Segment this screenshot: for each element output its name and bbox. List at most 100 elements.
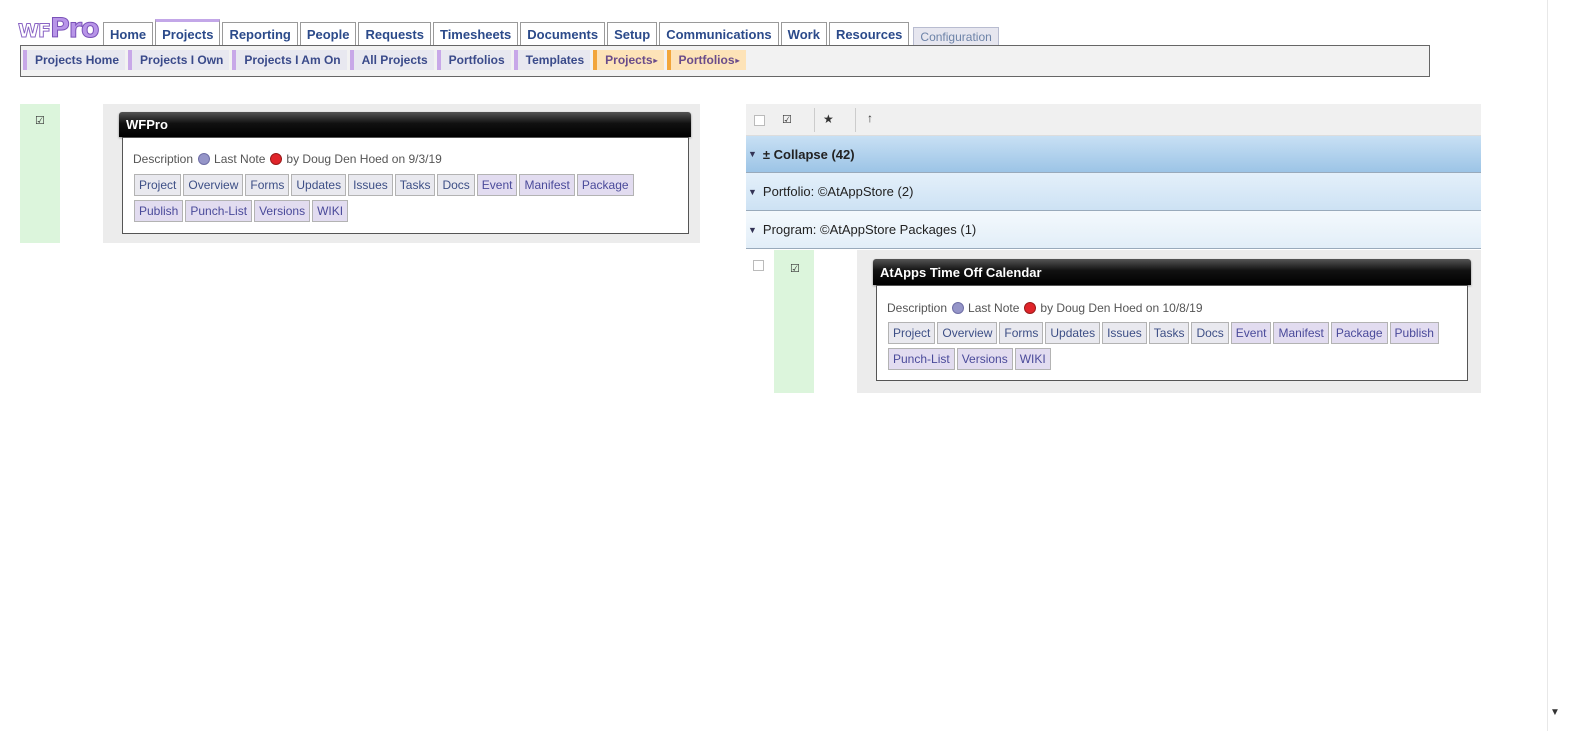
tab-people[interactable]: People: [299, 22, 357, 46]
logo-wf: WF: [18, 20, 52, 43]
wiki-button[interactable]: WIKI: [312, 200, 349, 222]
punch-list-button[interactable]: Punch-List: [185, 200, 253, 222]
project-card-inner: Description Last Note by Doug Den Hoed o…: [128, 144, 683, 228]
subnav-projects-i-am-on[interactable]: Projects I Am On: [232, 50, 347, 70]
right-select-column: ☑: [774, 250, 814, 393]
group-collapse-row[interactable]: ▼ ± Collapse (42): [746, 136, 1481, 173]
wiki-button[interactable]: WIKI: [1014, 348, 1051, 370]
project-action-buttons: Project Overview Forms Updates Issues Ta…: [888, 322, 1463, 374]
last-note-status-icon: [270, 153, 283, 165]
tab-documents[interactable]: Documents: [520, 22, 606, 46]
group-portfolio-label: Portfolio: ©AtAppStore (2): [762, 184, 914, 199]
last-note-status-icon: [1024, 302, 1037, 314]
subnav-portfolios-menu[interactable]: Portfolios ▸: [666, 50, 746, 70]
tab-configuration[interactable]: Configuration: [913, 27, 999, 46]
select-all-checkbox[interactable]: [754, 115, 765, 126]
list-toolbar: ☑ ★ ↑: [746, 104, 1481, 136]
group-program-label: Program: ©AtAppStore Packages (1): [762, 222, 977, 237]
project-button[interactable]: Project: [888, 322, 936, 344]
caret-down-icon: ▼: [748, 149, 757, 159]
overview-button[interactable]: Overview: [183, 174, 244, 196]
arrow-right-icon: ▸: [653, 55, 658, 65]
package-button[interactable]: Package: [576, 174, 634, 196]
project-title-bar[interactable]: AtApps Time Off Calendar: [873, 259, 1471, 285]
last-note-link[interactable]: Last Note: [214, 152, 265, 166]
tab-reporting[interactable]: Reporting: [222, 22, 298, 46]
project-card-body: Description Last Note by Doug Den Hoed o…: [876, 285, 1468, 381]
updates-button[interactable]: Updates: [1045, 322, 1101, 344]
project-button[interactable]: Project: [134, 174, 182, 196]
tab-work[interactable]: Work: [780, 22, 827, 46]
scroll-down-icon[interactable]: ▼: [1550, 707, 1560, 718]
subnav-all-projects[interactable]: All Projects: [349, 50, 434, 70]
arrow-right-icon: ▸: [735, 55, 740, 65]
tab-setup[interactable]: Setup: [607, 22, 658, 46]
main-tabs: Home Projects Reporting People Requests …: [103, 19, 1001, 46]
subnav-templates[interactable]: Templates: [513, 50, 591, 70]
check-icon[interactable]: ☑: [35, 114, 45, 127]
tab-communications[interactable]: Communications: [659, 22, 779, 46]
project-card-body: Description Last Note by Doug Den Hoed o…: [122, 137, 689, 234]
subnav-portfolios-menu-label: Portfolios: [678, 53, 735, 67]
caret-down-icon: ▼: [748, 186, 757, 197]
overview-button[interactable]: Overview: [937, 322, 998, 344]
last-note-link[interactable]: Last Note: [968, 301, 1019, 315]
description-status-icon: [198, 153, 211, 165]
group-collapse-label: ± Collapse (42): [762, 146, 855, 162]
manifest-button[interactable]: Manifest: [519, 174, 575, 196]
forms-button[interactable]: Forms: [999, 322, 1044, 344]
updates-button[interactable]: Updates: [291, 174, 347, 196]
projects-subnav: Projects Home Projects I Own Projects I …: [20, 45, 1430, 77]
project-action-buttons: Project Overview Forms Updates Issues Ta…: [134, 174, 664, 226]
left-select-column: ☑: [20, 104, 60, 243]
check-icon[interactable]: ☑: [782, 113, 792, 126]
subnav-projects-menu[interactable]: Projects ▸: [593, 50, 664, 70]
versions-button[interactable]: Versions: [956, 348, 1013, 370]
docs-button[interactable]: Docs: [437, 174, 475, 196]
tab-resources[interactable]: Resources: [828, 22, 910, 46]
versions-button[interactable]: Versions: [254, 200, 311, 222]
row-checkbox[interactable]: [753, 260, 764, 271]
toolbar-divider: [814, 108, 815, 132]
description-link[interactable]: Description: [133, 152, 193, 166]
toolbar-divider: [855, 108, 856, 132]
publish-button[interactable]: Publish: [1389, 322, 1439, 344]
subnav-projects-home[interactable]: Projects Home: [23, 50, 126, 70]
group-portfolio-row[interactable]: ▼ Portfolio: ©AtAppStore (2): [746, 173, 1481, 211]
issues-button[interactable]: Issues: [1102, 322, 1147, 344]
page-scrollbar[interactable]: [1547, 0, 1568, 731]
tab-requests[interactable]: Requests: [358, 22, 431, 46]
caret-down-icon: ▼: [748, 224, 757, 235]
description-link[interactable]: Description: [887, 301, 947, 315]
tasks-button[interactable]: Tasks: [1148, 322, 1190, 344]
last-note-author: by Doug Den Hoed on 9/3/19: [286, 152, 442, 166]
punch-list-button[interactable]: Punch-List: [888, 348, 955, 370]
group-program-row[interactable]: ▼ Program: ©AtAppStore Packages (1): [746, 211, 1481, 249]
event-button[interactable]: Event: [1230, 322, 1272, 344]
wfpro-logo[interactable]: WF Pro: [18, 12, 101, 44]
project-title-bar[interactable]: WFPro: [119, 112, 691, 137]
publish-button[interactable]: Publish: [134, 200, 184, 222]
tab-projects[interactable]: Projects: [155, 19, 221, 46]
manifest-button[interactable]: Manifest: [1273, 322, 1329, 344]
project-title: WFPro: [126, 117, 168, 132]
tasks-button[interactable]: Tasks: [394, 174, 436, 196]
tab-home[interactable]: Home: [103, 22, 154, 46]
subnav-projects-menu-label: Projects: [605, 53, 653, 67]
event-button[interactable]: Event: [476, 174, 518, 196]
issues-button[interactable]: Issues: [348, 174, 393, 196]
project-card-inner: Description Last Note by Doug Den Hoed o…: [882, 292, 1462, 374]
forms-button[interactable]: Forms: [245, 174, 290, 196]
subnav-projects-i-own[interactable]: Projects I Own: [128, 50, 230, 70]
logo-pro: Pro: [49, 13, 100, 44]
project-title: AtApps Time Off Calendar: [880, 264, 1042, 280]
sort-up-icon[interactable]: ↑: [867, 111, 873, 125]
package-button[interactable]: Package: [1330, 322, 1388, 344]
subnav-portfolios[interactable]: Portfolios: [436, 50, 511, 70]
star-icon[interactable]: ★: [823, 112, 834, 126]
project-meta: Description Last Note by Doug Den Hoed o…: [887, 301, 1203, 315]
tab-timesheets[interactable]: Timesheets: [432, 22, 519, 46]
docs-button[interactable]: Docs: [1191, 322, 1229, 344]
description-status-icon: [952, 302, 965, 314]
check-icon[interactable]: ☑: [790, 262, 800, 275]
